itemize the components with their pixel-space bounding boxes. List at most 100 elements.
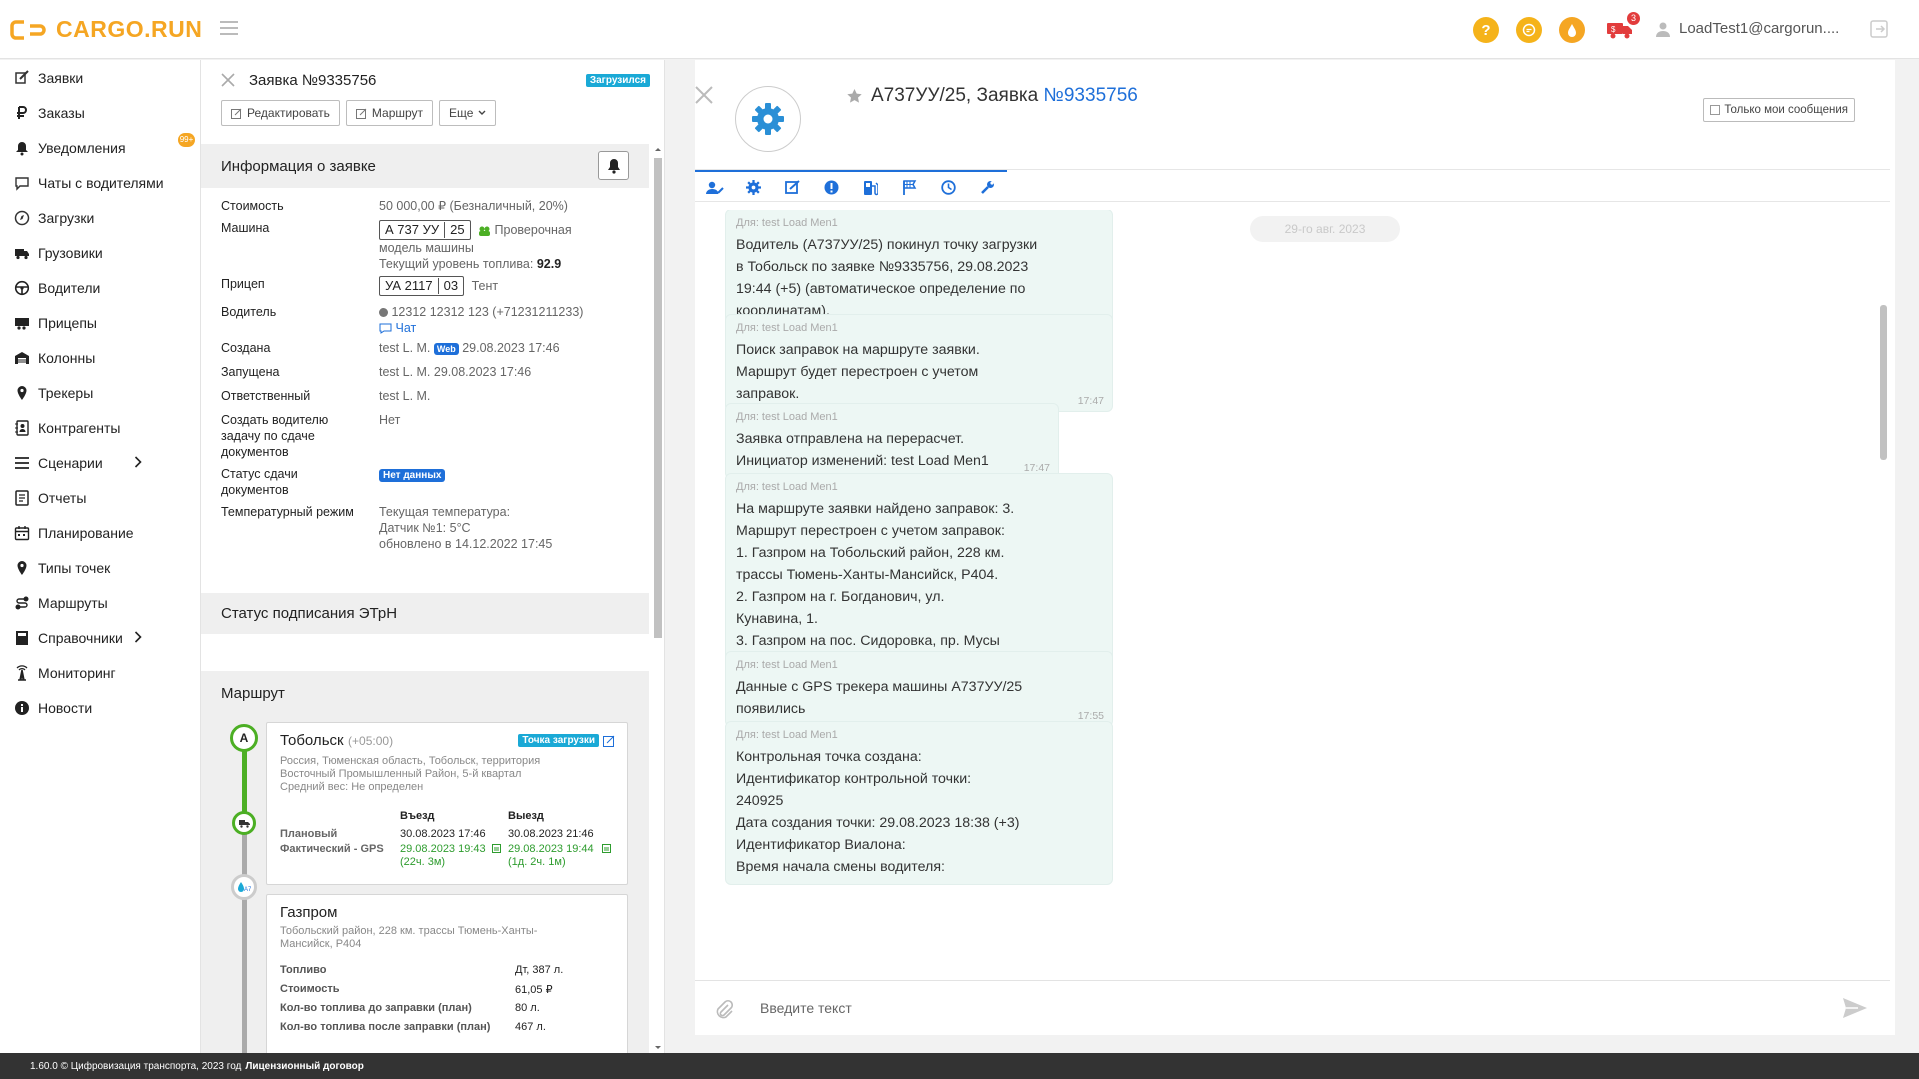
pin-icon xyxy=(14,385,30,401)
row-docs: Статус сдачи документов Нет данных xyxy=(221,466,641,500)
route-header: Маршрут xyxy=(221,684,285,702)
route-point-card-a[interactable]: Тобольск (+05:00) Точка загрузки Россия,… xyxy=(266,722,628,885)
scroll-down-icon[interactable] xyxy=(652,1043,664,1053)
only-mine-checkbox[interactable] xyxy=(1710,105,1721,115)
logo-text: CARGO.RUN xyxy=(56,16,203,42)
gas-station-marker: A7 xyxy=(231,874,257,900)
tower-icon xyxy=(14,664,30,681)
chat-scrollbar[interactable] xyxy=(1880,305,1887,460)
sidebar-item-label: Новости xyxy=(38,699,93,716)
license-link[interactable]: Лицензионный договор xyxy=(245,1061,364,1072)
more-button-label: Еще xyxy=(449,106,474,120)
driver-chat-link[interactable]: Чат xyxy=(379,320,641,336)
more-button[interactable]: Еще xyxy=(439,100,497,126)
sidebar-item-9[interactable]: Трекеры xyxy=(0,375,200,410)
message-text: Водитель (А737УУ/25) покинул точку загру… xyxy=(736,237,1038,319)
chat-bubble-icon[interactable] xyxy=(1516,17,1542,43)
sidebar-item-6[interactable]: Водители xyxy=(0,270,200,305)
sidebar-item-5[interactable]: Грузовики xyxy=(0,235,200,270)
web-tag: Web xyxy=(433,343,459,355)
sidebar-item-3[interactable]: Чаты с водителями xyxy=(0,165,200,200)
close-icon[interactable] xyxy=(221,73,235,87)
logout-icon[interactable] xyxy=(1870,20,1888,38)
tab-route-points[interactable] xyxy=(890,170,929,203)
sidebar-item-0[interactable]: Заявки xyxy=(0,60,200,95)
menu-toggle-icon[interactable] xyxy=(220,20,238,36)
sidebar-item-2[interactable]: Уведомления 99+ xyxy=(0,130,200,165)
chat-icon xyxy=(14,175,30,191)
message-recipient: Для: test Load Men1 xyxy=(736,729,838,741)
route-button[interactable]: Маршрут xyxy=(345,100,434,126)
logo[interactable]: CARGO.RUN xyxy=(10,16,202,43)
cost-value: 50 000,00 ₽ (Безналичный, 20%) xyxy=(379,199,568,213)
car-plate[interactable]: А 737 УУ 25 xyxy=(379,220,471,240)
gas-before: 80 л. xyxy=(515,1002,540,1014)
gas-fuel-label: Топливо xyxy=(280,964,327,976)
trailer-plate-region: 03 xyxy=(437,278,463,294)
sidebar-item-4[interactable]: Загрузки xyxy=(0,200,200,235)
gps-icon xyxy=(492,844,501,853)
tab-alerts[interactable] xyxy=(812,170,851,203)
fuel-drop-icon[interactable] xyxy=(1559,17,1585,43)
sidebar-item-15[interactable]: Маршруты xyxy=(0,585,200,620)
verified-icon xyxy=(479,226,491,237)
order-link[interactable]: №9335756 xyxy=(1043,85,1137,106)
tab-driver[interactable] xyxy=(695,170,734,203)
sidebar: Заявки Заказы Уведомления 99+ Чаты с водител… xyxy=(0,60,200,1053)
tab-system[interactable] xyxy=(734,170,773,203)
info-section-header: Информация о заявке xyxy=(201,144,649,188)
point-a-marker: A xyxy=(230,724,258,752)
tab-history[interactable] xyxy=(929,170,968,203)
sidebar-item-17[interactable]: Мониторинг xyxy=(0,655,200,690)
chevron-down-icon xyxy=(478,110,486,115)
sidebar-item-13[interactable]: Планирование xyxy=(0,515,200,550)
info-icon xyxy=(14,700,30,716)
sidebar-item-8[interactable]: Колонны xyxy=(0,340,200,375)
sidebar-item-1[interactable]: Заказы xyxy=(0,95,200,130)
scroll-up-icon[interactable] xyxy=(652,144,664,154)
driver-chat-label: Чат xyxy=(395,321,417,335)
cart-truck-icon[interactable]: $ 3 xyxy=(1606,12,1640,40)
star-icon[interactable] xyxy=(846,88,863,104)
user-menu[interactable]: LoadTest1@cargorun.... xyxy=(1655,20,1839,37)
sidebar-item-12[interactable]: Отчеты xyxy=(0,480,200,515)
temp-label: Температурный режим xyxy=(221,505,354,519)
message-input[interactable] xyxy=(760,995,1760,1021)
sidebar-item-18[interactable]: Новости xyxy=(0,690,200,725)
message-recipient: Для: test Load Men1 xyxy=(736,217,838,229)
details-scrollbar[interactable] xyxy=(652,144,664,1053)
trailer-plate[interactable]: УА 2117 03 xyxy=(379,276,465,296)
sidebar-item-11[interactable]: Сценарии xyxy=(0,445,200,480)
trailer-label: Прицеп xyxy=(221,277,265,291)
route-point-card-gas[interactable]: Газпром Тобольский район, 228 км. трассы… xyxy=(266,894,628,1053)
sidebar-item-label: Планирование xyxy=(38,524,134,541)
close-chat-icon[interactable] xyxy=(694,85,714,105)
only-mine-toggle[interactable]: Только мои сообщения xyxy=(1703,98,1855,122)
sidebar-item-14[interactable]: Типы точек xyxy=(0,550,200,585)
chat-icon xyxy=(379,323,392,335)
tab-fuel[interactable] xyxy=(851,170,890,203)
footer-text: 1.60.0 © Цифровизация транспорта, 2023 г… xyxy=(30,1060,242,1072)
edit-point-icon[interactable] xyxy=(603,735,615,747)
gas-after: 467 л. xyxy=(515,1021,546,1033)
gear-icon xyxy=(752,103,784,135)
task-label: Создать водителю задачу по сдаче докумен… xyxy=(221,413,329,459)
row-started: Запущена test L. M. 29.08.2023 17:46 xyxy=(221,364,641,384)
gas-cost: 61,05 ₽ xyxy=(515,984,553,996)
wrench-icon xyxy=(981,181,994,194)
sidebar-item-16[interactable]: Справочники xyxy=(0,620,200,655)
notify-button[interactable] xyxy=(598,151,629,180)
details-scroll-thumb[interactable] xyxy=(654,158,662,638)
contacts-icon xyxy=(14,419,30,436)
edit-button[interactable]: Редактировать xyxy=(221,100,340,126)
compass-icon xyxy=(14,210,30,226)
attach-icon[interactable] xyxy=(715,999,733,1019)
send-icon[interactable] xyxy=(1842,997,1868,1019)
trailer-plate-number: УА 2117 xyxy=(385,278,433,293)
sidebar-item-7[interactable]: Прицепы xyxy=(0,305,200,340)
tab-edits[interactable] xyxy=(773,170,812,203)
help-icon[interactable]: ? xyxy=(1473,17,1499,43)
sidebar-item-10[interactable]: Контрагенты xyxy=(0,410,200,445)
sidebar-item-label: Уведомления xyxy=(38,139,126,156)
tab-service[interactable] xyxy=(968,170,1007,203)
